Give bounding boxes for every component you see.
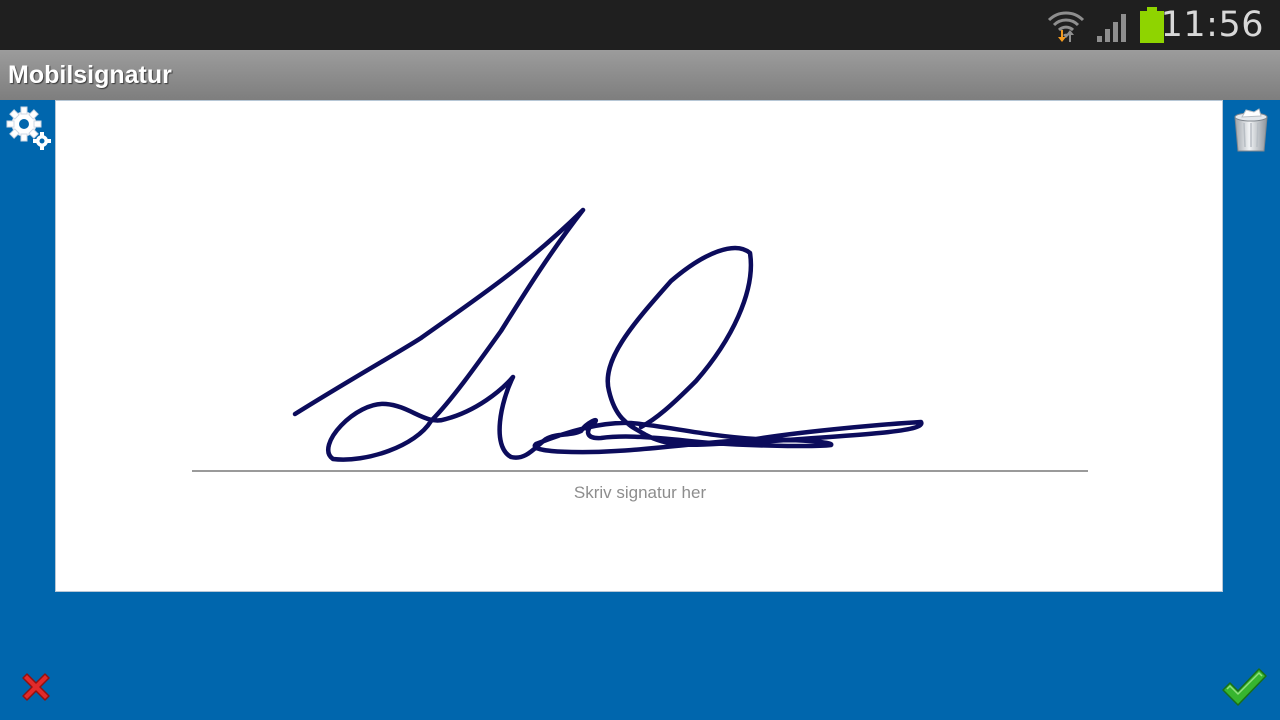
signature-baseline xyxy=(192,470,1088,472)
signature-hint: Skriv signatur her xyxy=(573,483,707,502)
red-x-icon xyxy=(22,673,50,701)
trash-can-icon xyxy=(1234,108,1268,152)
status-bar: 11:56 xyxy=(0,0,1280,50)
signal-strength-icon xyxy=(1097,14,1126,42)
cancel-button[interactable] xyxy=(18,669,54,710)
confirm-button[interactable] xyxy=(1220,666,1268,713)
clear-signature-button[interactable] xyxy=(1232,107,1270,158)
signature-pad[interactable]: Skriv signatur her xyxy=(55,100,1223,592)
green-checkmark-icon xyxy=(1222,668,1267,706)
app-title: Mobilsignatur xyxy=(8,61,172,89)
action-bar: Mobilsignatur xyxy=(0,50,1280,100)
status-clock: 11:56 xyxy=(1160,5,1264,45)
wifi-icon xyxy=(1047,11,1085,42)
settings-button[interactable] xyxy=(6,106,52,157)
gears-icon xyxy=(6,106,51,150)
signature-stroke xyxy=(292,207,924,462)
